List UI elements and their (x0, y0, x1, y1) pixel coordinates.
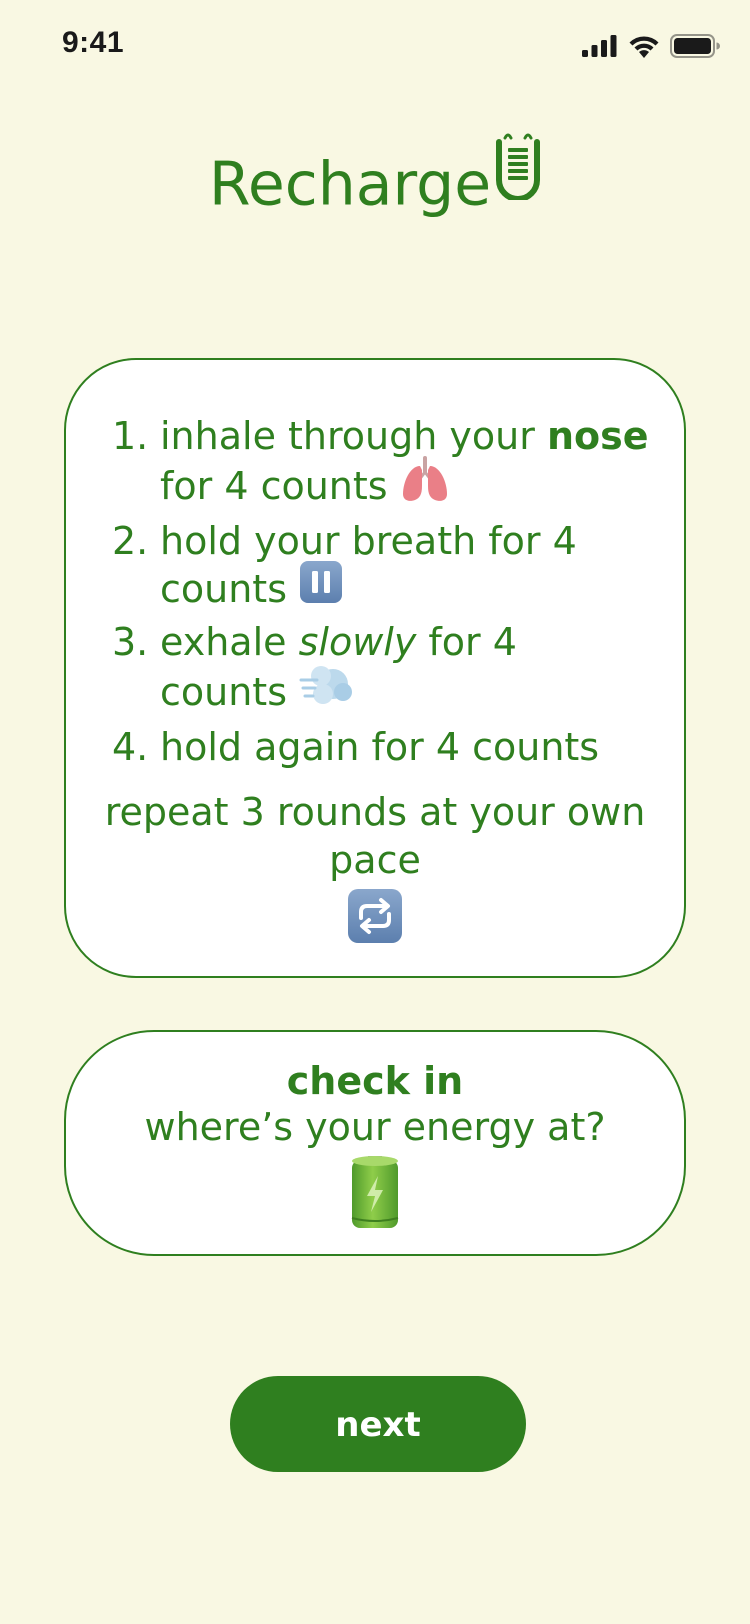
page-title: Recharge (208, 149, 492, 220)
checkin-card[interactable]: check in where’s your energy at? (64, 1030, 686, 1256)
repeat-icon (347, 889, 403, 948)
step-text: hold again for 4 counts (160, 725, 600, 769)
pause-icon (299, 561, 343, 614)
dash-icon (299, 662, 353, 719)
app-title: Recharge (0, 133, 750, 229)
wifi-icon (629, 36, 659, 58)
step-emphasis: nose (546, 414, 649, 458)
step-text-end: for 4 counts (160, 464, 388, 508)
status-bar: 9:41 (0, 0, 750, 92)
step-item: 1. inhale through your nose for 4 counts (112, 412, 652, 517)
signal-icon (582, 35, 617, 57)
step-emphasis: slowly (298, 620, 417, 664)
checkin-subtitle: where’s your energy at? (144, 1105, 606, 1149)
status-time: 9:41 (62, 26, 125, 59)
battery-face-icon (495, 126, 541, 215)
battery-wrap (66, 1154, 684, 1234)
lungs-icon (400, 456, 450, 513)
battery-icon (349, 1156, 401, 1234)
steps-list: 1. inhale through your nose for 4 counts… (112, 412, 652, 771)
step-text: exhale (160, 620, 299, 664)
breathing-steps-card: 1. inhale through your nose for 4 counts… (64, 358, 686, 978)
checkin-title: check in (286, 1059, 464, 1103)
step-number: 1. (112, 414, 149, 458)
step-text: inhale through your (160, 414, 547, 458)
repeat-icon-wrap (66, 888, 684, 948)
next-button[interactable]: next (230, 1376, 526, 1472)
step-item: 2. hold your breath for 4 counts (112, 517, 652, 618)
step-number: 2. (112, 519, 149, 563)
step-item: 3. exhale slowly for 4 counts (112, 618, 652, 723)
repeat-text: repeat 3 rounds at your own pace (104, 790, 646, 882)
status-icons (582, 34, 720, 58)
step-number: 3. (112, 620, 149, 664)
step-number: 4. (112, 725, 149, 769)
battery-icon (670, 34, 720, 58)
step-item: 4. hold again for 4 counts (112, 723, 652, 771)
step-text: hold your breath for 4 counts (160, 519, 577, 611)
